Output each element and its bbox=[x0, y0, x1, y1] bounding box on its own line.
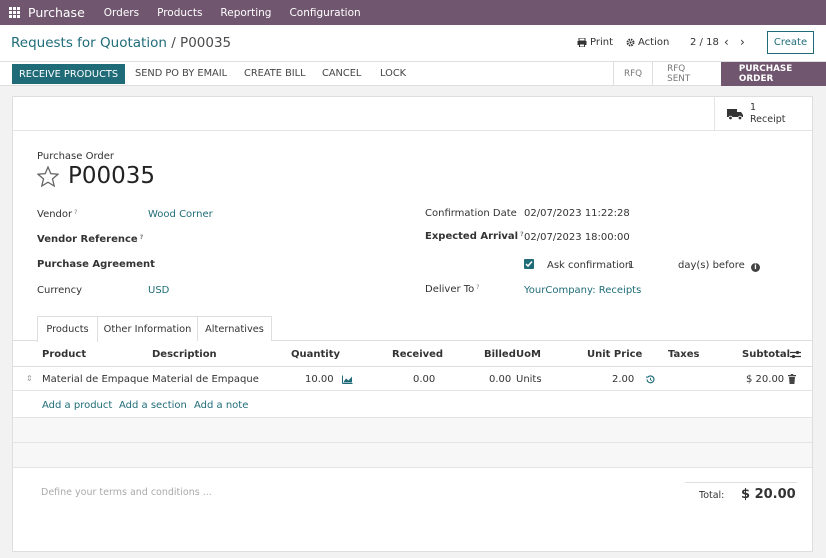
ask-confirmation-days-field[interactable]: 1 bbox=[628, 260, 634, 271]
row-quantity[interactable]: 10.00 bbox=[305, 374, 334, 385]
add-line-row: Add a product Add a section Add a note bbox=[13, 391, 812, 418]
purchase-agreement-field[interactable] bbox=[148, 257, 388, 273]
control-panel: Requests for Quotation / P00035 Print Ac… bbox=[0, 25, 826, 62]
forecast-chart-icon[interactable] bbox=[342, 375, 353, 384]
expected-arrival-field[interactable]: 02/07/2023 18:00:00 bbox=[524, 232, 630, 243]
empty-row bbox=[13, 443, 812, 468]
vendor-reference-label: Vendor Reference? bbox=[37, 234, 144, 245]
form-sheet: 1 Receipt Purchase Order P00035 Vendor? … bbox=[12, 96, 813, 552]
document-name: P00035 bbox=[68, 163, 156, 189]
deliver-to-field[interactable]: YourCompany: Receipts bbox=[524, 285, 641, 296]
currency-field[interactable]: USD bbox=[148, 285, 169, 296]
status-stages: RFQ RFQ SENT PURCHASE ORDER bbox=[613, 62, 826, 86]
order-lines-header: Product Description Quantity Received Bi… bbox=[13, 343, 812, 367]
column-quantity[interactable]: Quantity bbox=[291, 349, 340, 360]
status-bar: RECEIVE PRODUCTS SEND PO BY EMAIL CREATE… bbox=[0, 62, 826, 86]
chevron-right-icon[interactable]: › bbox=[740, 35, 745, 49]
trash-icon[interactable] bbox=[788, 374, 796, 384]
send-po-by-email-button[interactable]: SEND PO BY EMAIL bbox=[135, 68, 227, 79]
total-label: Total: bbox=[699, 490, 725, 501]
create-button[interactable]: Create bbox=[767, 31, 814, 54]
pager-value[interactable]: 2 / 18 bbox=[690, 37, 719, 48]
print-button[interactable]: Print bbox=[577, 37, 613, 48]
action-button[interactable]: Action bbox=[626, 37, 669, 48]
top-navbar: Purchase Orders Products Reporting Confi… bbox=[0, 0, 826, 25]
row-subtotal: $ 20.00 bbox=[746, 374, 785, 385]
column-taxes[interactable]: Taxes bbox=[668, 349, 699, 360]
stage-rfq-sent[interactable]: RFQ SENT bbox=[652, 62, 721, 86]
receipt-count: 1 bbox=[750, 101, 757, 113]
ask-confirmation-label: Ask confirmation bbox=[547, 260, 632, 271]
confirmation-date-label: Confirmation Date bbox=[425, 208, 517, 219]
total-amount: $ 20.00 bbox=[741, 487, 796, 502]
vendor-label: Vendor? bbox=[37, 209, 78, 220]
info-icon[interactable]: i bbox=[751, 263, 760, 272]
column-product[interactable]: Product bbox=[42, 349, 86, 360]
cancel-button[interactable]: CANCEL bbox=[322, 68, 361, 79]
row-description[interactable]: Material de Empaque bbox=[152, 374, 259, 385]
stage-purchase-order[interactable]: PURCHASE ORDER bbox=[720, 62, 826, 86]
receive-products-button[interactable]: RECEIVE PRODUCTS bbox=[12, 64, 126, 84]
drag-handle-icon[interactable]: ⇕ bbox=[26, 374, 33, 383]
column-received[interactable]: Received bbox=[392, 349, 443, 360]
breadcrumb-current: P00035 bbox=[180, 35, 232, 51]
checkmark-icon bbox=[525, 261, 533, 268]
table-row[interactable]: ⇕ Material de Empaque Material de Empaqu… bbox=[13, 367, 812, 391]
empty-row bbox=[13, 418, 812, 443]
menu-products[interactable]: Products bbox=[148, 7, 211, 19]
column-subtotal[interactable]: Subtotal bbox=[742, 349, 790, 360]
button-box: 1 Receipt bbox=[13, 97, 812, 131]
receipt-label: Receipt bbox=[750, 113, 786, 125]
add-note-link[interactable]: Add a note bbox=[194, 400, 248, 411]
row-product[interactable]: Material de Empaque bbox=[42, 374, 149, 385]
days-before-label: day(s) before bbox=[678, 260, 745, 271]
column-unit-price[interactable]: Unit Price bbox=[587, 349, 642, 360]
lock-button[interactable]: LOCK bbox=[380, 68, 406, 79]
purchase-agreement-label: Purchase Agreement bbox=[37, 259, 155, 270]
menu-configuration[interactable]: Configuration bbox=[280, 7, 369, 19]
add-section-link[interactable]: Add a section bbox=[119, 400, 187, 411]
apps-grid-icon[interactable] bbox=[0, 0, 28, 25]
deliver-to-label: Deliver To? bbox=[425, 284, 480, 295]
column-uom[interactable]: UoM bbox=[516, 349, 541, 360]
row-unit-price[interactable]: 2.00 bbox=[612, 374, 634, 385]
row-uom[interactable]: Units bbox=[516, 374, 542, 385]
breadcrumb: Requests for Quotation / P00035 bbox=[11, 35, 231, 51]
document-type-label: Purchase Order bbox=[37, 151, 115, 162]
create-bill-button[interactable]: CREATE BILL bbox=[244, 68, 306, 79]
star-icon[interactable] bbox=[37, 166, 59, 187]
notebook-tabs: Products Other Information Alternatives bbox=[13, 316, 812, 342]
column-billed[interactable]: Billed bbox=[484, 349, 516, 360]
history-icon[interactable] bbox=[646, 375, 655, 384]
stage-rfq[interactable]: RFQ bbox=[613, 62, 652, 86]
breadcrumb-parent-link[interactable]: Requests for Quotation bbox=[11, 35, 167, 51]
action-label: Action bbox=[638, 37, 670, 48]
printer-icon bbox=[577, 38, 587, 47]
tab-products[interactable]: Products bbox=[37, 316, 98, 342]
vendor-field[interactable]: Wood Corner bbox=[148, 209, 213, 220]
menu-orders[interactable]: Orders bbox=[95, 7, 148, 19]
column-description[interactable]: Description bbox=[152, 349, 217, 360]
confirmation-date-field[interactable]: 02/07/2023 11:22:28 bbox=[524, 208, 630, 219]
print-label: Print bbox=[590, 37, 614, 48]
currency-label: Currency bbox=[37, 285, 83, 296]
expected-arrival-label: Expected Arrival? bbox=[425, 231, 524, 242]
tab-alternatives[interactable]: Alternatives bbox=[198, 316, 272, 341]
breadcrumb-separator: / bbox=[171, 35, 176, 51]
chevron-left-icon[interactable]: ‹ bbox=[724, 35, 729, 49]
row-received: 0.00 bbox=[413, 374, 436, 385]
column-settings-icon[interactable] bbox=[790, 350, 801, 359]
tab-other-information[interactable]: Other Information bbox=[98, 316, 198, 341]
app-brand[interactable]: Purchase bbox=[28, 5, 95, 20]
row-billed: 0.00 bbox=[489, 374, 512, 385]
vendor-reference-field[interactable] bbox=[148, 232, 388, 248]
add-product-link[interactable]: Add a product bbox=[42, 400, 112, 411]
ask-confirmation-checkbox[interactable] bbox=[524, 259, 534, 269]
terms-and-conditions-field[interactable]: Define your terms and conditions ... bbox=[41, 487, 212, 498]
gear-icon bbox=[626, 38, 635, 47]
truck-icon bbox=[727, 108, 743, 120]
menu-reporting[interactable]: Reporting bbox=[211, 7, 280, 19]
receipt-smart-button[interactable]: 1 Receipt bbox=[714, 97, 812, 130]
